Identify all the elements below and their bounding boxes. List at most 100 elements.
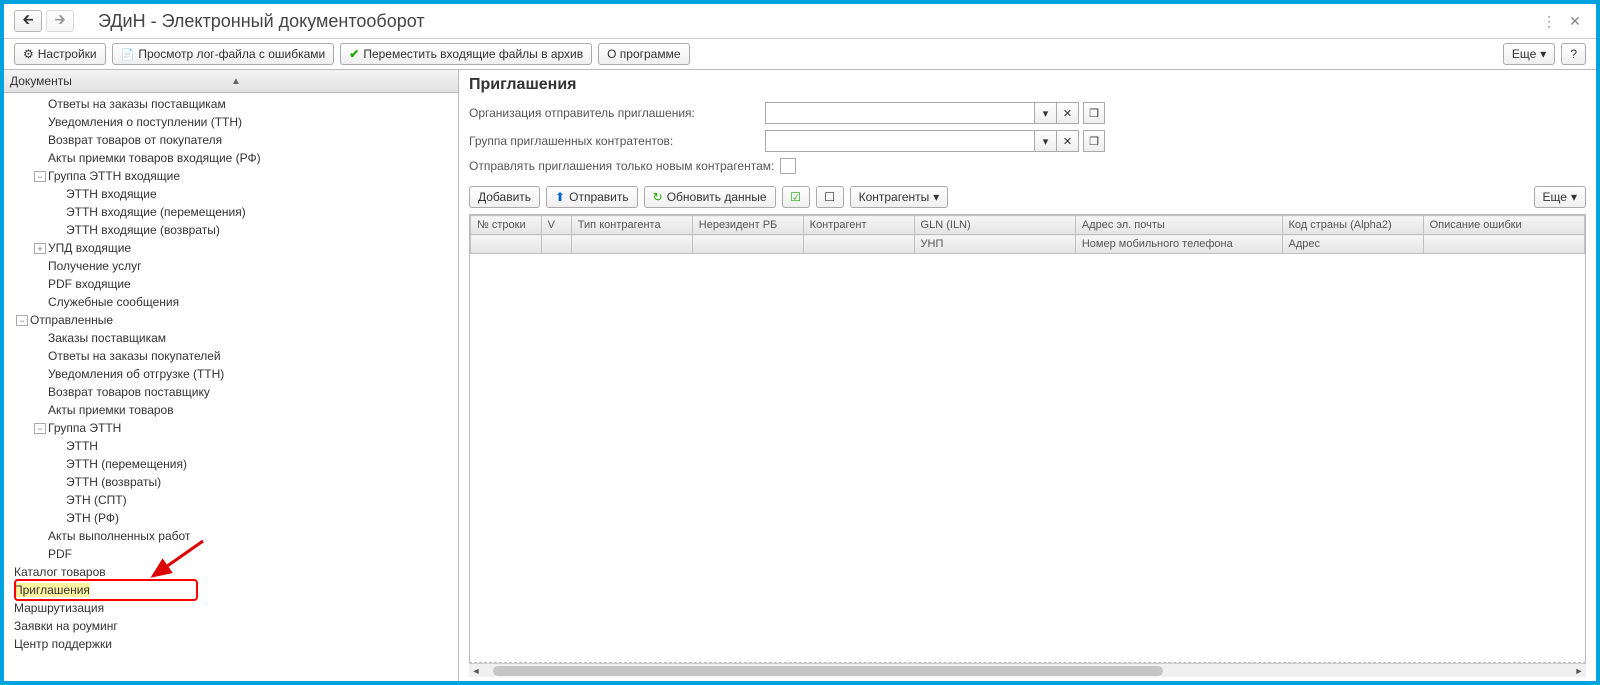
- table-body[interactable]: [470, 254, 1585, 662]
- tree-item[interactable]: Акты приемки товаров: [4, 401, 458, 419]
- tree-item[interactable]: −Группа ЭТТН входящие: [4, 167, 458, 185]
- group-input[interactable]: [765, 130, 1035, 152]
- more-button[interactable]: Еще ▾: [1503, 43, 1555, 65]
- tree-item[interactable]: Акты выполненных работ: [4, 527, 458, 545]
- sidebar-header[interactable]: Документы ▲: [4, 70, 458, 93]
- view-log-button[interactable]: Просмотр лог-файла с ошибками: [112, 43, 335, 65]
- tree-item[interactable]: PDF: [4, 545, 458, 563]
- column-header[interactable]: GLN (ILN): [914, 216, 1075, 235]
- counterparties-button[interactable]: Контрагенты ▾: [850, 186, 949, 208]
- column-header[interactable]: Адрес эл. почты: [1075, 216, 1282, 235]
- column-subheader[interactable]: Номер мобильного телефона: [1075, 235, 1282, 254]
- send-button[interactable]: ⬆Отправить: [546, 186, 638, 208]
- tree-item[interactable]: Ответы на заказы покупателей: [4, 347, 458, 365]
- tree-item[interactable]: Уведомления об отгрузке (ТТН): [4, 365, 458, 383]
- tree-item[interactable]: Возврат товаров поставщику: [4, 383, 458, 401]
- settings-button[interactable]: Настройки: [14, 43, 106, 65]
- tree-item-label: Уведомления об отгрузке (ТТН): [48, 367, 224, 381]
- about-button[interactable]: О программе: [598, 43, 689, 65]
- tree-item[interactable]: Заявки на роуминг: [4, 617, 458, 635]
- column-header[interactable]: Нерезидент РБ: [692, 216, 803, 235]
- tree-item-label: PDF входящие: [48, 277, 131, 291]
- sender-org-label: Организация отправитель приглашения:: [469, 106, 759, 120]
- tree-item[interactable]: Заказы поставщикам: [4, 329, 458, 347]
- tree-item[interactable]: Ответы на заказы поставщикам: [4, 95, 458, 113]
- tree-item[interactable]: +УПД входящие: [4, 239, 458, 257]
- clear-icon[interactable]: ✕: [1057, 130, 1079, 152]
- tree-item[interactable]: ЭТТН входящие (возвраты): [4, 221, 458, 239]
- tree-item-label: Уведомления о поступлении (ТТН): [48, 115, 242, 129]
- tree-item-label: Акты приемки товаров входящие (РФ): [48, 151, 261, 165]
- expander-icon[interactable]: −: [16, 315, 28, 326]
- tree-item[interactable]: Акты приемки товаров входящие (РФ): [4, 149, 458, 167]
- tree-item[interactable]: Каталог товаров: [4, 563, 458, 581]
- group-label: Группа приглашенных контратентов:: [469, 134, 759, 148]
- column-subheader[interactable]: [803, 235, 914, 254]
- column-header[interactable]: Код страны (Alpha2): [1282, 216, 1423, 235]
- document-icon: [121, 47, 135, 61]
- tree-item[interactable]: −Отправленные: [4, 311, 458, 329]
- tree-item-label: ЭТТН входящие (возвраты): [66, 223, 220, 237]
- column-subheader[interactable]: [1423, 235, 1584, 254]
- tree-item[interactable]: Уведомления о поступлении (ТТН): [4, 113, 458, 131]
- dropdown-icon[interactable]: ▾: [1035, 130, 1057, 152]
- tree-item[interactable]: Приглашения: [4, 581, 458, 599]
- sender-org-input[interactable]: [765, 102, 1035, 124]
- only-new-checkbox[interactable]: [780, 158, 796, 174]
- tree-item-label: Ответы на заказы покупателей: [48, 349, 221, 363]
- tree-item[interactable]: ЭТН (РФ): [4, 509, 458, 527]
- open-icon[interactable]: ❐: [1083, 102, 1105, 124]
- column-subheader[interactable]: [471, 235, 542, 254]
- document-tree[interactable]: Ответы на заказы поставщикам Уведомления …: [4, 93, 458, 681]
- column-header[interactable]: V: [541, 216, 571, 235]
- tree-item[interactable]: Служебные сообщения: [4, 293, 458, 311]
- deselect-all-button[interactable]: ☐: [816, 186, 844, 208]
- tree-item[interactable]: Получение услуг: [4, 257, 458, 275]
- dropdown-icon[interactable]: ▾: [1035, 102, 1057, 124]
- tree-item-label: ЭТТН входящие (перемещения): [66, 205, 246, 219]
- horizontal-scrollbar[interactable]: ◄ ►: [469, 663, 1586, 677]
- select-all-button[interactable]: ☑: [782, 186, 810, 208]
- more-actions-button[interactable]: Еще ▾: [1534, 186, 1586, 208]
- open-icon[interactable]: ❐: [1083, 130, 1105, 152]
- expander-icon[interactable]: +: [34, 243, 46, 254]
- column-subheader[interactable]: [541, 235, 571, 254]
- add-button[interactable]: Добавить: [469, 186, 540, 208]
- column-header[interactable]: Тип контрагента: [571, 216, 692, 235]
- tree-item[interactable]: Возврат товаров от покупателя: [4, 131, 458, 149]
- close-icon[interactable]: ✕: [1564, 10, 1586, 32]
- tree-item[interactable]: −Группа ЭТТН: [4, 419, 458, 437]
- nav-forward-button[interactable]: 🡲: [46, 10, 74, 32]
- refresh-button[interactable]: ↻Обновить данные: [644, 186, 776, 208]
- archive-button[interactable]: ✔Переместить входящие файлы в архив: [340, 43, 592, 65]
- main-panel: Приглашения Организация отправитель приг…: [459, 70, 1596, 681]
- tree-item-label: ЭТТН входящие: [66, 187, 157, 201]
- tree-item-label: Маршрутизация: [14, 601, 104, 615]
- tree-item[interactable]: Центр поддержки: [4, 635, 458, 653]
- column-header[interactable]: Контрагент: [803, 216, 914, 235]
- column-header[interactable]: № строки: [471, 216, 542, 235]
- tree-item[interactable]: PDF входящие: [4, 275, 458, 293]
- sidebar: Документы ▲ Ответы на заказы поставщикам…: [4, 70, 459, 681]
- tree-item[interactable]: Маршрутизация: [4, 599, 458, 617]
- expander-icon[interactable]: −: [34, 423, 46, 434]
- page-title: Приглашения: [469, 76, 1586, 94]
- tree-item-label: Заказы поставщикам: [48, 331, 166, 345]
- tree-item[interactable]: ЭТТН (возвраты): [4, 473, 458, 491]
- expander-icon[interactable]: −: [34, 171, 46, 182]
- help-button[interactable]: ?: [1561, 43, 1586, 65]
- column-subheader[interactable]: [571, 235, 692, 254]
- tree-item[interactable]: ЭТТН входящие (перемещения): [4, 203, 458, 221]
- tree-item[interactable]: ЭТТН входящие: [4, 185, 458, 203]
- nav-back-button[interactable]: 🡰: [14, 10, 42, 32]
- column-subheader[interactable]: [692, 235, 803, 254]
- column-subheader[interactable]: УНП: [914, 235, 1075, 254]
- kebab-icon[interactable]: ⋮: [1538, 10, 1560, 32]
- clear-icon[interactable]: ✕: [1057, 102, 1079, 124]
- tree-item[interactable]: ЭТТН: [4, 437, 458, 455]
- column-header[interactable]: Описание ошибки: [1423, 216, 1584, 235]
- tree-item[interactable]: ЭТН (СПТ): [4, 491, 458, 509]
- tree-item[interactable]: ЭТТН (перемещения): [4, 455, 458, 473]
- column-subheader[interactable]: Адрес: [1282, 235, 1423, 254]
- gear-icon: [23, 47, 34, 61]
